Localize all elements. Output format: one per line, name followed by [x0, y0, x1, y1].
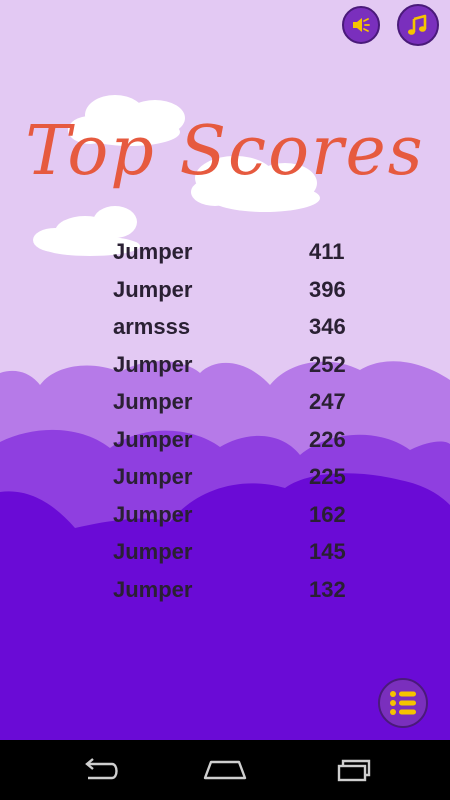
speaker-icon: [353, 18, 370, 32]
page-title: Top Scores: [25, 112, 425, 191]
score-row: Jumper 162: [113, 496, 353, 534]
player-name: Jumper: [113, 239, 193, 264]
nav-home-button[interactable]: [195, 754, 255, 786]
score-row: Jumper 145: [113, 533, 353, 571]
score-row: Jumper 396: [113, 271, 353, 309]
score-row: Jumper 225: [113, 458, 353, 496]
system-nav-bar: [0, 740, 450, 800]
score-value: 132: [309, 576, 346, 602]
score-row: Jumper 252: [113, 346, 353, 384]
player-name: Jumper: [113, 539, 193, 564]
score-value: 346: [309, 314, 346, 339]
player-name: Jumper: [113, 464, 193, 489]
score-value: 396: [309, 276, 346, 302]
score-value: 226: [309, 426, 346, 452]
score-row: Jumper 132: [113, 571, 353, 609]
menu-button[interactable]: [378, 678, 428, 728]
game-screen: Top Scores Jumper 411 Jumper 396 armsss 346 Ju…: [0, 0, 450, 740]
score-value: 225: [309, 464, 346, 489]
list-menu-icon: [390, 691, 416, 715]
score-list: Jumper 411 Jumper 396 armsss 346 Jumper 252 Jump…: [113, 233, 353, 608]
player-name: Jumper: [113, 426, 193, 452]
score-value: 247: [309, 389, 346, 414]
score-value: 162: [309, 501, 346, 527]
recent-apps-icon: [337, 759, 371, 782]
music-note-icon: [408, 14, 427, 35]
player-name: Jumper: [113, 576, 193, 602]
back-arrow-icon: [85, 758, 118, 780]
sound-toggle-button[interactable]: [342, 6, 380, 44]
music-toggle-button[interactable]: [397, 4, 439, 46]
score-value: 145: [309, 539, 346, 564]
player-name: armsss: [113, 314, 191, 339]
home-icon: [203, 760, 247, 780]
nav-back-button[interactable]: [70, 754, 130, 786]
score-value: 411: [309, 239, 345, 264]
player-name: Jumper: [113, 276, 193, 302]
score-value: 252: [309, 351, 346, 377]
score-row: Jumper 226: [113, 421, 353, 459]
score-row: armsss 346: [113, 308, 353, 346]
score-row: Jumper 411: [113, 233, 353, 271]
player-name: Jumper: [113, 501, 193, 527]
player-name: Jumper: [113, 389, 193, 414]
score-row: Jumper 247: [113, 383, 353, 421]
nav-recents-button[interactable]: [321, 754, 381, 786]
player-name: Jumper: [113, 351, 193, 377]
